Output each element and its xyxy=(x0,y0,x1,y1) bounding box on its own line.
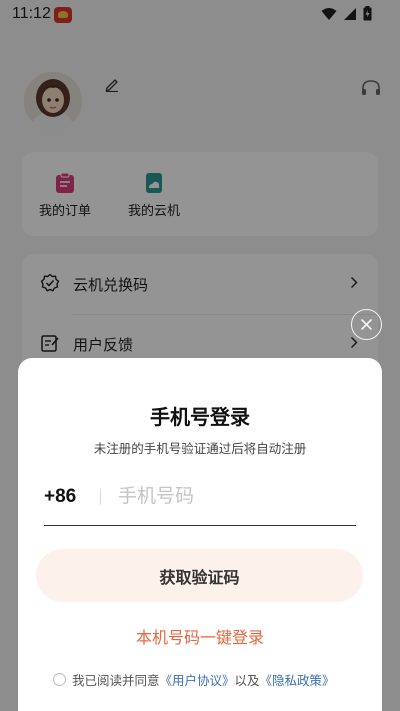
agreement-checkbox[interactable] xyxy=(53,673,66,686)
agreement-prefix: 我已阅读并同意 xyxy=(72,673,160,688)
country-code-selector[interactable]: +86 xyxy=(44,486,76,508)
privacy-policy-link[interactable]: 《隐私政策》 xyxy=(260,670,335,689)
close-button[interactable] xyxy=(351,309,382,340)
input-underline xyxy=(44,525,356,526)
close-icon xyxy=(360,318,373,331)
get-verification-code-button[interactable]: 获取验证码 xyxy=(36,549,363,602)
one-click-login-link[interactable]: 本机号码一键登录 xyxy=(18,624,382,648)
agreement-and: 以及 xyxy=(234,673,260,688)
agreement-row: 我已阅读并同意 《用户协议》 以及 《隐私政策》 xyxy=(53,670,335,689)
code-divider xyxy=(100,489,101,505)
login-subtitle: 未注册的手机号验证通过后将自动注册 xyxy=(93,441,307,456)
login-sheet: 手机号登录 未注册的手机号验证通过后将自动注册 +86 获取验证码 本机号码一键… xyxy=(18,358,382,711)
login-title: 手机号登录 xyxy=(150,405,250,429)
phone-number-input[interactable] xyxy=(118,479,354,513)
user-agreement-link[interactable]: 《用户协议》 xyxy=(160,670,235,689)
